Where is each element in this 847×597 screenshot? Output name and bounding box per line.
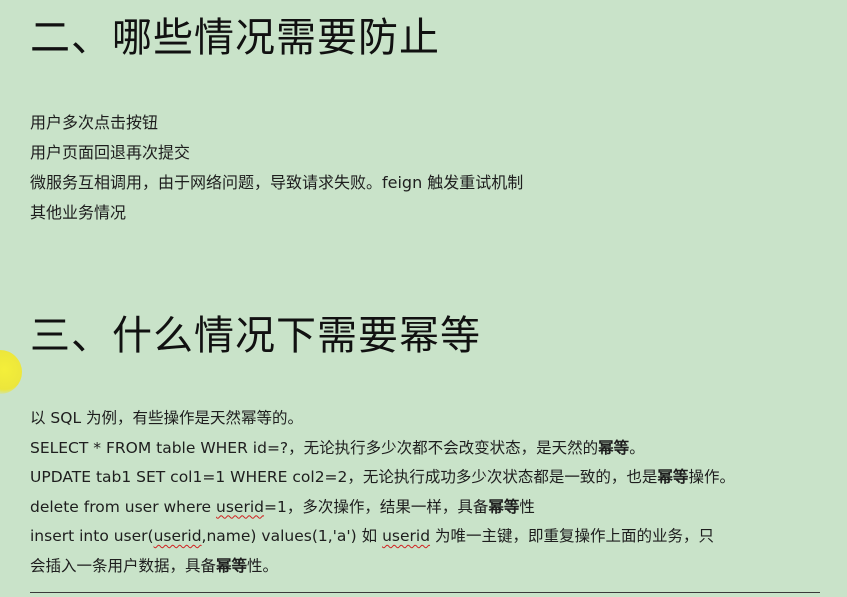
- idempotent-bold: 幂等: [657, 468, 689, 486]
- delete-mid: =1，多次操作，结果一样，具备: [263, 497, 489, 516]
- select-text: SELECT * FROM table WHER id=?，无论执行多少次都不会…: [30, 438, 599, 457]
- sql-intro-line: 以 SQL 为例，有些操作是天然幂等的。: [30, 409, 304, 427]
- userid-spellcheck: userid: [382, 527, 431, 545]
- list-item: 用户多次点击按钮: [30, 113, 159, 132]
- bottom-divider: [30, 592, 820, 593]
- cursor-highlight: [0, 350, 22, 394]
- slide-page: 二、哪些情况需要防止 用户多次点击按钮 用户页面回退再次提交 微服务互相调用，由…: [0, 0, 847, 597]
- delete-text: delete from user where: [30, 497, 217, 516]
- insert-cont-text: 会插入一条用户数据，具备: [30, 556, 217, 575]
- insert-example-line: insert into user(userid,name) values(1,'…: [30, 522, 735, 552]
- section3-title: 三、什么情况下需要幂等: [30, 313, 481, 359]
- delete-example-line: delete from user where userid=1，多次操作，结果一…: [30, 493, 735, 523]
- list-item: 其他业务情况: [30, 203, 127, 222]
- insert-suffix: 为唯一主键，即重复操作上面的业务，只: [430, 527, 714, 545]
- idempotent-bold: 幂等: [216, 556, 248, 575]
- insert-cont-suffix: 性。: [247, 556, 279, 575]
- list-item: 用户页面回退再次提交: [30, 143, 191, 162]
- insert-mid: ,name) values(1,'a') 如: [201, 527, 383, 545]
- userid-spellcheck: userid: [153, 527, 202, 545]
- insert-continuation-line: 会插入一条用户数据，具备幂等性。: [30, 552, 735, 582]
- insert-text: insert into user(: [30, 527, 154, 545]
- section3-list: 以 SQL 为例，有些操作是天然幂等的。 SELECT * FROM table…: [30, 404, 735, 581]
- list-item: 微服务互相调用，由于网络问题，导致请求失败。feign 触发重试机制: [30, 173, 524, 192]
- section2-list: 用户多次点击按钮 用户页面回退再次提交 微服务互相调用，由于网络问题，导致请求失…: [30, 108, 523, 228]
- idempotent-bold: 幂等: [488, 497, 520, 516]
- select-example-line: SELECT * FROM table WHER id=?，无论执行多少次都不会…: [30, 434, 735, 464]
- userid-spellcheck: userid: [216, 497, 264, 516]
- select-suffix: 。: [629, 438, 645, 457]
- update-suffix: 操作。: [688, 468, 735, 486]
- update-text: UPDATE tab1 SET col1=1 WHERE col2=2，无论执行…: [30, 468, 658, 486]
- update-example-line: UPDATE tab1 SET col1=1 WHERE col2=2，无论执行…: [30, 463, 735, 493]
- section2-title: 二、哪些情况需要防止: [30, 15, 440, 61]
- delete-suffix: 性: [519, 497, 535, 516]
- idempotent-bold: 幂等: [598, 438, 630, 457]
